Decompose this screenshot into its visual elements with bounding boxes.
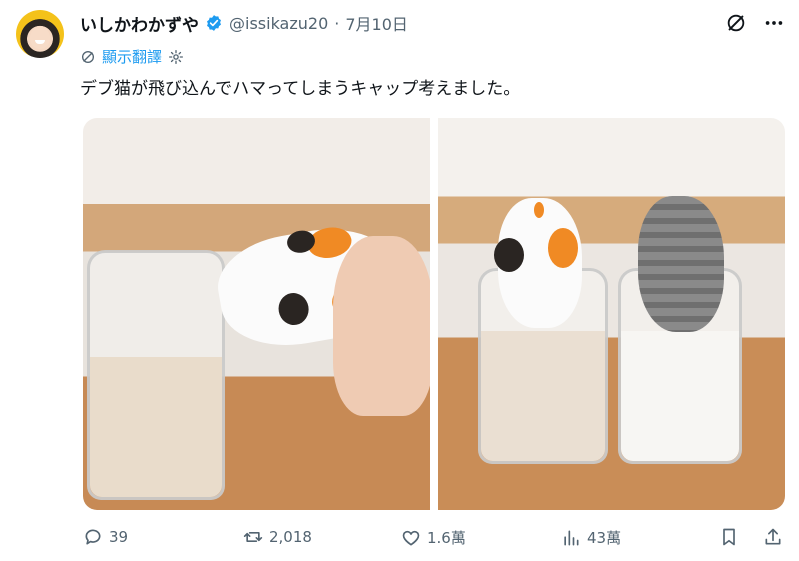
calico-cat-cap [494,198,582,328]
like-count: 1.6萬 [427,529,466,547]
cat-orange-patch [548,228,578,268]
cat-black-patch [276,290,312,328]
header-actions [725,12,785,34]
right-sugar [621,331,739,461]
reply-count: 39 [109,528,129,546]
bookmark-icon [723,528,735,546]
photo-two-jars-with-cat-caps[interactable] [438,118,785,510]
tweet-action-bar: 39 2,018 1.6萬 43萬 [83,527,789,555]
left-sugar [481,331,605,461]
views-count: 43萬 [587,529,622,547]
views-icon [564,530,579,545]
photo-hand-holding-cat-cap[interactable] [83,118,430,510]
gray-tabby-cat-cap [638,196,724,332]
hand [333,236,430,416]
avatar-face [30,27,50,49]
author-display-name[interactable]: いしかわかずや [80,11,199,36]
avatar[interactable] [16,10,64,58]
verified-badge-icon [207,15,221,31]
share-icon [765,528,781,545]
views-button[interactable]: 43萬 [561,527,621,548]
grok-icon[interactable] [725,12,747,34]
settings-icon[interactable] [168,49,184,65]
translate-link[interactable]: 顯示翻譯 [102,46,162,67]
tweet-date[interactable]: 7月10日 [345,11,408,35]
sugar-fill [90,357,222,497]
tweet-header: いしかわかずや @issikazu20 · 7月10日 [80,11,408,36]
like-button[interactable]: 1.6萬 [401,527,466,548]
separator-dot: · [334,13,340,33]
author-handle[interactable]: @issikazu20 [229,14,328,33]
cat-tail [534,202,544,218]
reply-button[interactable]: 39 [83,527,128,547]
tweet-text: デブ猫が飛び込んでハマってしまうキャップ考えました。 [80,79,521,99]
retweet-icon [243,532,263,542]
glass-jar [87,250,225,500]
more-icon[interactable] [763,12,785,34]
reply-icon [85,529,101,545]
translate-row: 顯示翻譯 [80,46,184,67]
retweet-button[interactable]: 2,018 [243,527,312,547]
retweet-count: 2,018 [269,528,312,546]
globe-icon [82,50,94,63]
tweet-media[interactable] [83,118,785,510]
like-icon [402,530,420,545]
bookmark-button[interactable] [719,527,739,547]
share-button[interactable] [763,527,783,547]
cat-black-patch [494,238,524,272]
